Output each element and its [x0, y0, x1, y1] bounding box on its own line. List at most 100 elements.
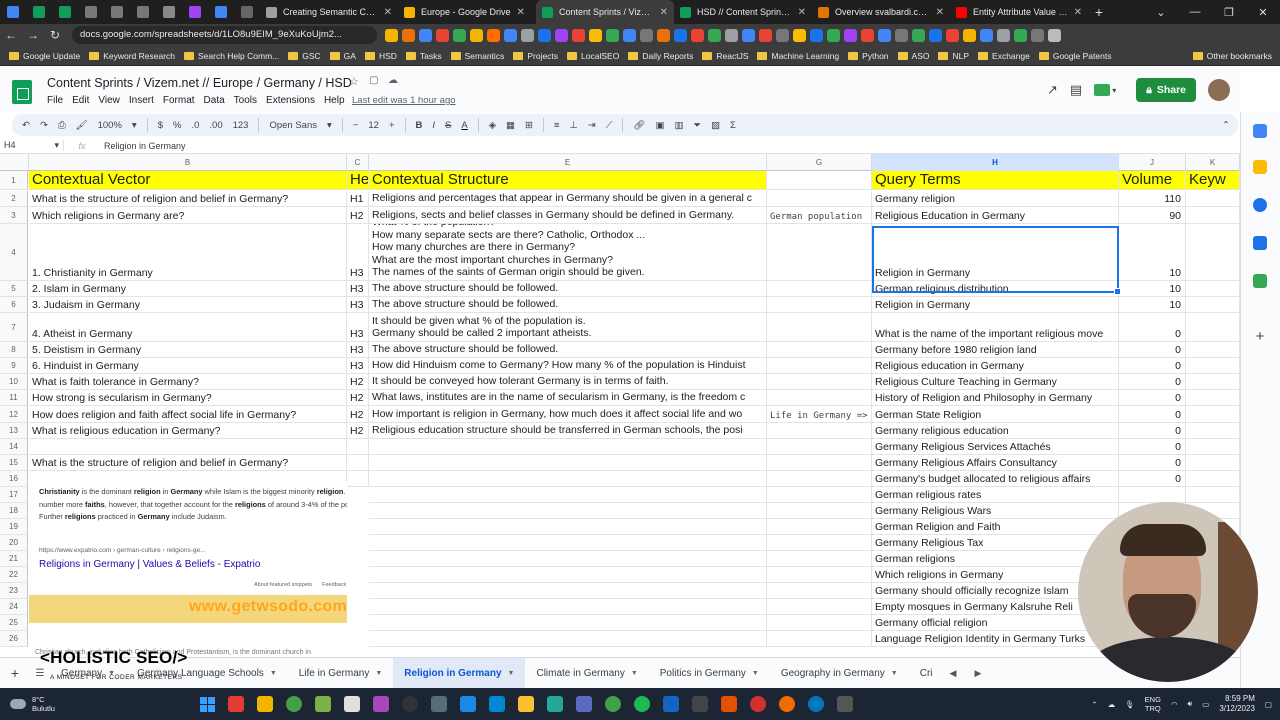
pinned-tab[interactable] — [104, 0, 130, 24]
cell-g[interactable] — [767, 224, 872, 281]
cell-volume[interactable]: 0 — [1119, 471, 1186, 487]
decrease-decimal-button[interactable]: .0 — [191, 120, 199, 131]
insert-chart-icon[interactable]: ▥ — [674, 120, 683, 131]
extension-icon[interactable] — [708, 28, 721, 42]
cell-k[interactable] — [1186, 281, 1240, 297]
extension-icon[interactable] — [980, 28, 993, 42]
extension-icon[interactable] — [776, 28, 789, 42]
print-icon[interactable]: ⎙ — [58, 120, 66, 131]
app-icon[interactable] — [663, 696, 679, 712]
cell-vector[interactable]: 3. Judaism in Germany — [29, 297, 347, 313]
row-number[interactable]: 23 — [0, 583, 28, 599]
cell-g[interactable] — [767, 487, 872, 503]
cell-k[interactable] — [1186, 406, 1240, 423]
cell-heading[interactable]: H3 — [347, 358, 369, 374]
column-header-e[interactable]: E — [369, 154, 767, 171]
browser-tab[interactable]: Creating Semantic Content ✕ — [260, 0, 398, 24]
cell-structure[interactable]: The above structure should be followed. — [369, 297, 767, 313]
bookmark[interactable]: Python — [848, 51, 889, 61]
cell-vector[interactable]: 5. Deistism in Germany — [29, 342, 347, 358]
insert-comment-icon[interactable]: ▣ — [655, 120, 664, 131]
cell-k[interactable] — [1186, 191, 1240, 207]
cell-volume[interactable]: 0 — [1119, 439, 1186, 455]
filter-icon[interactable]: ⏷ — [693, 120, 701, 131]
cell-structure[interactable] — [369, 631, 767, 647]
formula-input[interactable]: Religion in Germany — [100, 141, 186, 151]
font-size-decrease[interactable]: − — [353, 120, 359, 131]
share-button[interactable]: 🔒︎ Share — [1136, 78, 1196, 102]
text-color-button[interactable]: A — [461, 120, 467, 131]
restore-icon[interactable]: ❐ — [1212, 6, 1246, 19]
activity-chart-icon[interactable]: ↗ — [1047, 82, 1058, 98]
borders-icon[interactable]: ▦ — [506, 120, 515, 131]
extension-icon[interactable] — [402, 28, 415, 42]
italic-button[interactable]: I — [432, 120, 435, 131]
cell-k[interactable] — [1186, 390, 1240, 406]
extension-icon[interactable] — [521, 28, 534, 42]
functions-icon[interactable]: Σ — [730, 120, 736, 131]
app-icon[interactable] — [402, 696, 418, 712]
cell-g[interactable] — [767, 439, 872, 455]
extension-icon[interactable] — [538, 28, 551, 42]
cell-volume[interactable]: 0 — [1119, 423, 1186, 439]
bookmark[interactable]: NLP — [938, 51, 969, 61]
extension-icon[interactable] — [606, 28, 619, 42]
extension-icon[interactable] — [1031, 28, 1044, 42]
cloud-status-icon[interactable]: ☁ — [388, 75, 398, 86]
sheet-tab[interactable]: Cri — [909, 658, 944, 689]
cell-g[interactable] — [767, 631, 872, 647]
cell-query[interactable]: Germany religious education — [872, 423, 1119, 439]
row-number[interactable]: 24 — [0, 599, 28, 615]
cell-volume[interactable]: 0 — [1119, 342, 1186, 358]
row-number[interactable]: 20 — [0, 535, 28, 551]
extension-icon[interactable] — [487, 28, 500, 42]
close-icon[interactable]: ✕ — [936, 7, 944, 18]
cell-volume[interactable]: 0 — [1119, 358, 1186, 374]
close-icon[interactable]: ✕ — [798, 7, 806, 18]
pinned-tab[interactable] — [0, 0, 26, 24]
sheet-tab-active[interactable]: Religion in Germany ▼ — [393, 657, 526, 689]
header-cell-structure[interactable]: Contextual Structure — [369, 171, 767, 190]
cell-vector[interactable]: What is religious education in Germany? — [29, 423, 347, 439]
extension-icon[interactable] — [861, 28, 874, 42]
increase-decimal-button[interactable]: .00 — [209, 120, 222, 131]
spreadsheet-grid[interactable]: 1 Contextual Vector He Contextual Struct… — [0, 171, 1240, 657]
cell-g[interactable] — [767, 535, 872, 551]
close-icon[interactable]: ✕ — [517, 7, 525, 18]
cell-heading[interactable]: H3 — [347, 313, 369, 342]
snippet-title-link[interactable]: Religions in Germany | Values & Beliefs … — [39, 559, 260, 570]
forward-icon[interactable]: → — [22, 28, 44, 42]
app-icon[interactable] — [692, 696, 708, 712]
cell-vector[interactable]: How strong is secularism in Germany? — [29, 390, 347, 406]
avatar[interactable] — [1208, 79, 1230, 101]
bookmark[interactable]: HSD — [364, 51, 397, 61]
font-size-increase[interactable]: + — [389, 120, 395, 131]
wifi-icon[interactable]: ◠ — [1171, 700, 1178, 709]
insert-link-icon[interactable]: 🔗︎ — [633, 120, 645, 131]
meet-button[interactable]: ▾ — [1094, 81, 1124, 99]
font-select[interactable]: Open Sans — [269, 120, 317, 131]
edge-icon[interactable] — [808, 696, 824, 712]
cell-g[interactable] — [767, 503, 872, 519]
cell-structure[interactable] — [369, 551, 767, 567]
extension-icon[interactable] — [589, 28, 602, 42]
row-number[interactable]: 9 — [0, 358, 28, 374]
font-size-field[interactable]: 12 — [368, 120, 379, 131]
redo-icon[interactable]: ↷ — [40, 120, 48, 131]
cell-query[interactable]: Germany religion — [872, 191, 1119, 207]
browser-tab[interactable]: Entity Attribute Value (EAV ✕ — [950, 0, 1088, 24]
clock[interactable]: 8:59 PM 3/12/2023 — [1219, 694, 1255, 714]
extension-icon[interactable] — [419, 28, 432, 42]
cloud-sync-icon[interactable]: ☁ — [1108, 700, 1116, 709]
bookmark[interactable]: Exchange — [978, 51, 1030, 61]
bookmark[interactable]: Google Update — [9, 51, 80, 61]
text-rotation-icon[interactable]: ⟋ — [606, 120, 613, 131]
menu-extensions[interactable]: Extensions — [266, 95, 315, 106]
cell-volume[interactable]: 90 — [1119, 207, 1186, 224]
row-number[interactable]: 7 — [0, 313, 28, 342]
row-number[interactable]: 26 — [0, 631, 28, 647]
row-number[interactable]: 14 — [0, 439, 28, 455]
close-icon[interactable]: ✕ — [1074, 7, 1082, 18]
cell-volume[interactable]: 110 — [1119, 191, 1186, 207]
cell-vector[interactable]: 6. Hinduist in Germany — [29, 358, 347, 374]
